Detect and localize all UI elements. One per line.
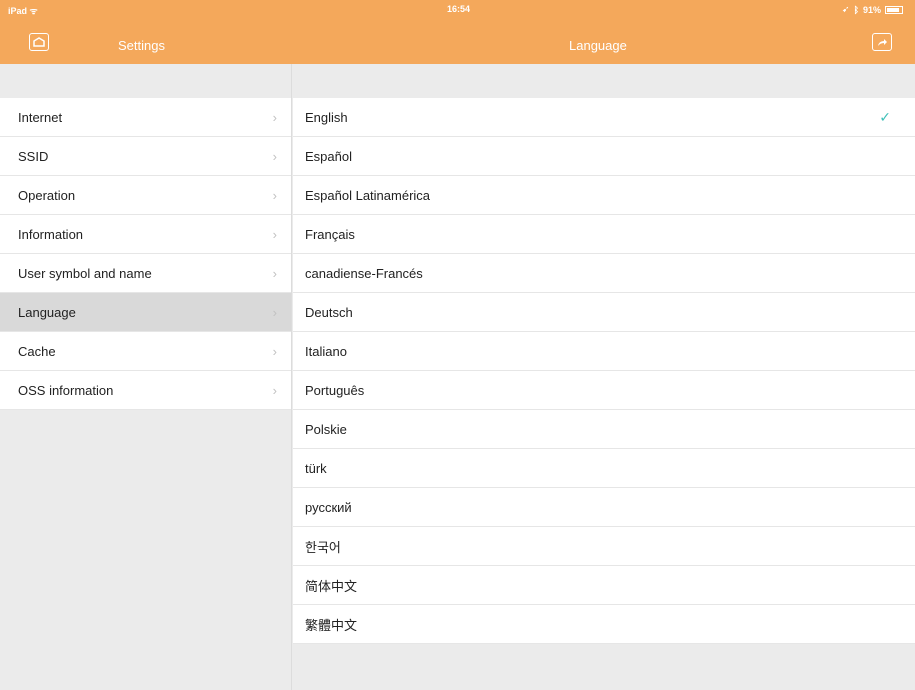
settings-item-label: Language bbox=[18, 304, 76, 320]
settings-item-language[interactable]: Language › bbox=[0, 293, 291, 332]
settings-item-label: Information bbox=[18, 226, 84, 242]
location-icon: ➹ bbox=[842, 4, 850, 14]
language-list: English ✓ Español Español Latinamérica Franç… bbox=[293, 98, 915, 644]
language-label: Português bbox=[305, 382, 365, 398]
language-option[interactable]: Español Latinamérica bbox=[293, 176, 915, 215]
language-label: Italiano bbox=[305, 343, 347, 359]
language-title: Language bbox=[569, 38, 627, 53]
chevron-right-icon: › bbox=[272, 344, 277, 359]
language-label: Français bbox=[305, 226, 355, 242]
settings-item-information[interactable]: Information › bbox=[0, 215, 291, 254]
language-option[interactable]: 한국어 bbox=[293, 527, 915, 566]
language-option[interactable]: Deutsch bbox=[293, 293, 915, 332]
language-option[interactable]: 简体中文 bbox=[293, 566, 915, 605]
share-icon[interactable] bbox=[872, 33, 892, 51]
language-option[interactable]: Español bbox=[293, 137, 915, 176]
settings-item-oss-information[interactable]: OSS information › bbox=[0, 371, 291, 410]
settings-item-label: User symbol and name bbox=[18, 265, 152, 281]
language-option[interactable]: English ✓ bbox=[293, 98, 915, 137]
language-label: 繁體中文 bbox=[305, 617, 358, 633]
language-label: 简体中文 bbox=[305, 578, 358, 594]
chevron-right-icon: › bbox=[272, 227, 277, 242]
battery-percent: 91% bbox=[862, 4, 881, 15]
language-option[interactable]: Italiano bbox=[293, 332, 915, 371]
chevron-right-icon: › bbox=[272, 188, 277, 203]
chevron-right-icon: › bbox=[272, 149, 277, 164]
language-label: Español Latinamérica bbox=[305, 187, 431, 203]
status-bar: iPad ᯤ 16:54 ➹ ᛒ 91% bbox=[0, 0, 915, 22]
language-option[interactable]: русский bbox=[293, 488, 915, 527]
language-label: Polskie bbox=[305, 421, 347, 437]
settings-item-internet[interactable]: Internet › bbox=[0, 98, 291, 137]
language-label: türk bbox=[305, 460, 327, 476]
status-right: ➹ ᛒ 91% bbox=[842, 4, 903, 15]
chevron-right-icon: › bbox=[272, 266, 277, 281]
language-label: canadiense-Francés bbox=[305, 265, 423, 281]
settings-item-label: Operation bbox=[18, 187, 76, 203]
language-label: Deutsch bbox=[305, 304, 353, 320]
status-device: iPad ᯤ bbox=[8, 4, 38, 17]
settings-item-operation[interactable]: Operation › bbox=[0, 176, 291, 215]
language-label: English bbox=[305, 109, 348, 125]
home-icon[interactable] bbox=[29, 33, 49, 51]
top-bar: iPad ᯤ 16:54 ➹ ᛒ 91% Settings Language bbox=[0, 0, 915, 64]
settings-item-label: Cache bbox=[18, 343, 56, 359]
device-label: iPad bbox=[8, 6, 28, 16]
language-label: 한국어 bbox=[305, 539, 341, 555]
language-nav-bar: Language bbox=[292, 22, 915, 64]
chevron-right-icon: › bbox=[272, 305, 277, 320]
checkmark-icon: ✓ bbox=[879, 109, 891, 125]
settings-item-cache[interactable]: Cache › bbox=[0, 332, 291, 371]
language-panel: English ✓ Español Español Latinamérica Franç… bbox=[293, 64, 915, 690]
language-option[interactable]: türk bbox=[293, 449, 915, 488]
settings-item-user-symbol-and-name[interactable]: User symbol and name › bbox=[0, 254, 291, 293]
settings-sidebar: Internet › SSID › Operation › Information › User… bbox=[0, 64, 292, 690]
chevron-right-icon: › bbox=[272, 110, 277, 125]
settings-title: Settings bbox=[118, 38, 165, 53]
settings-nav-bar: Settings bbox=[0, 22, 292, 64]
settings-menu-list: Internet › SSID › Operation › Information › User… bbox=[0, 98, 291, 410]
language-option[interactable]: Português bbox=[293, 371, 915, 410]
language-label: Español bbox=[305, 148, 352, 164]
battery-icon bbox=[885, 5, 903, 14]
wifi-icon: ᯤ bbox=[29, 6, 38, 16]
settings-item-ssid[interactable]: SSID › bbox=[0, 137, 291, 176]
settings-item-label: Internet bbox=[18, 109, 63, 125]
language-option[interactable]: Polskie bbox=[293, 410, 915, 449]
language-option[interactable]: 繁體中文 bbox=[293, 605, 915, 644]
settings-item-label: SSID bbox=[18, 148, 49, 164]
language-option[interactable]: Français bbox=[293, 215, 915, 254]
bluetooth-icon: ᛒ bbox=[853, 4, 859, 15]
language-option[interactable]: canadiense-Francés bbox=[293, 254, 915, 293]
language-label: русский bbox=[305, 499, 352, 515]
chevron-right-icon: › bbox=[272, 383, 277, 398]
settings-item-label: OSS information bbox=[18, 382, 114, 398]
status-time: 16:54 bbox=[447, 4, 471, 14]
